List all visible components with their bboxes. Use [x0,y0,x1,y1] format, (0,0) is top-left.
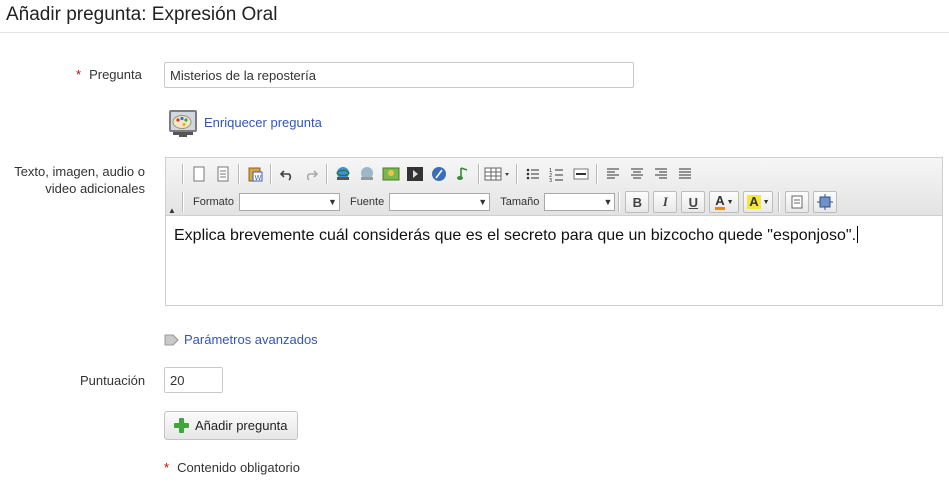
toolbar-separator [270,164,272,184]
text-caret [857,226,859,243]
toolbar-separator [618,192,621,212]
rich-text-editor: ▲ W 1 2 3 Formato ▼ Fuente ▼ Tamaño ▼ B … [165,157,943,306]
bold-button[interactable]: B [625,191,650,213]
toolbar-separator [516,164,518,184]
toolbar-separator [596,164,598,184]
toolbar-separator [182,192,184,212]
toolbar-separator [238,164,240,184]
advanced-parameters-link[interactable]: Parámetros avanzados [184,332,318,347]
required-asterisk: * [76,67,82,82]
italic-button[interactable]: I [653,191,678,213]
highlight-color-button[interactable]: A ▼ [743,191,774,213]
align-center-icon[interactable] [625,163,649,185]
paste-word-icon[interactable]: W [243,163,267,185]
link-icon[interactable] [331,163,355,185]
toolbar-row-1: W 1 2 3 [179,161,697,187]
unlink-icon[interactable] [355,163,379,185]
question-label: Pregunta [89,67,142,82]
required-note: * Contenido obligatorio [164,460,300,475]
toolbar-separator [478,164,480,184]
page-title: Añadir pregunta: Expresión Oral [6,4,278,25]
chevron-down-icon: ▼ [726,198,734,206]
title-divider [0,32,949,33]
format-label: Formato [193,196,234,208]
chevron-down-icon: ▼ [328,197,337,207]
image-icon[interactable] [379,163,403,185]
question-input[interactable] [164,62,634,88]
new-page-icon[interactable] [187,163,211,185]
redo-icon[interactable] [299,163,323,185]
align-left-icon[interactable] [601,163,625,185]
chevron-down-icon: ▼ [478,197,488,207]
align-justify-icon[interactable] [673,163,697,185]
toolbar-separator [778,192,781,212]
video-icon[interactable] [403,163,427,185]
additional-label-line2: video adicionales [45,181,145,196]
add-question-button[interactable]: Añadir pregunta [164,411,298,440]
templates-icon[interactable] [211,163,235,185]
question-label-wrap: * Pregunta [76,67,142,82]
editor-content: Explica brevemente cuál considerás que e… [174,227,857,244]
double-arrow-icon[interactable] [164,332,182,348]
align-right-icon[interactable] [649,163,673,185]
toolbar-separator [326,164,328,184]
numbered-list-icon[interactable]: 123 [545,163,569,185]
font-select[interactable]: ▼ [389,193,491,211]
svg-text:W: W [255,174,262,182]
score-input[interactable] [164,367,223,393]
additional-content-label: Texto, imagen, audio o video adicionales [8,163,145,197]
maximize-icon[interactable] [813,191,838,213]
required-asterisk: * [164,460,170,475]
size-select[interactable]: ▼ [544,193,616,211]
highlight-letter: A [747,194,761,209]
format-select[interactable]: ▼ [238,193,340,211]
size-label: Tamaño [500,196,540,208]
additional-label-line1: Texto, imagen, audio o [14,164,145,179]
horizontal-rule-icon[interactable] [569,163,593,185]
plus-icon [174,418,189,433]
font-color-button[interactable]: A ▼ [709,191,740,213]
font-label: Fuente [349,196,385,208]
editor-content-area[interactable]: Explica brevemente cuál considerás que e… [174,226,859,245]
enrich-question-link[interactable]: Enriquecer pregunta [204,115,322,130]
collapse-toolbar-icon[interactable]: ▲ [168,206,176,215]
font-color-letter: A [715,192,725,210]
table-icon[interactable] [483,163,513,185]
audio-icon[interactable] [451,163,475,185]
palette-icon[interactable] [167,107,201,139]
editor-toolbar: ▲ W 1 2 3 Formato ▼ Fuente ▼ Tamaño ▼ B … [166,158,942,216]
bulleted-list-icon[interactable] [521,163,545,185]
undo-icon[interactable] [275,163,299,185]
chevron-down-icon: ▼ [603,197,613,207]
underline-button[interactable]: U [681,191,706,213]
chevron-down-icon: ▼ [762,198,770,206]
toolbar-separator [182,164,184,184]
flash-icon[interactable] [427,163,451,185]
score-label: Puntuación [80,373,146,388]
remove-format-icon[interactable] [785,191,810,213]
toolbar-row-2: Formato ▼ Fuente ▼ Tamaño ▼ B I U A ▼ A ▼ [179,189,839,215]
add-question-button-label: Añadir pregunta [195,418,288,433]
svg-text:3: 3 [549,178,552,182]
required-note-text: Contenido obligatorio [177,460,300,475]
